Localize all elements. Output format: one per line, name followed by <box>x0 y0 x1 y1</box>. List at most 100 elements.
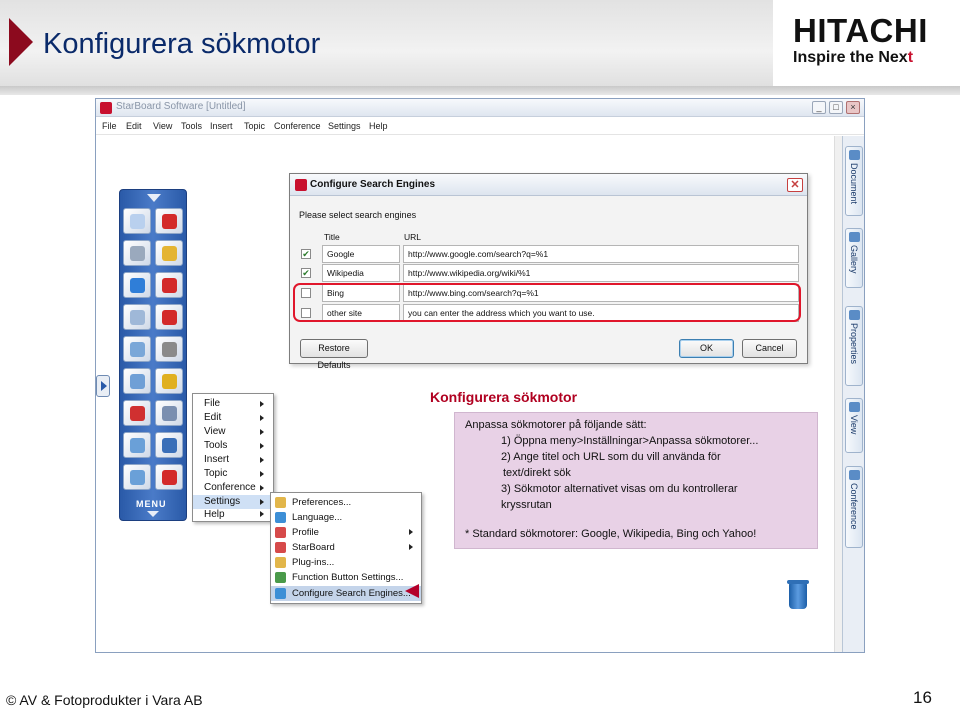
tool-line[interactable] <box>123 240 151 266</box>
tab-document[interactable]: Document <box>845 146 863 216</box>
tab-properties[interactable]: Properties <box>845 306 863 386</box>
menu-help[interactable]: Help <box>369 121 388 131</box>
toolbar-popup-menu: File Edit View Tools Insert Topic Confer… <box>192 393 274 522</box>
submenu-profile[interactable]: Profile <box>271 525 421 540</box>
properties-icon <box>849 310 860 320</box>
language-icon <box>275 512 286 523</box>
popup-item-tools[interactable]: Tools <box>193 439 273 453</box>
window-title: StarBoard Software [Untitled] <box>116 101 246 112</box>
tool-pages[interactable] <box>123 336 151 362</box>
engine-checkbox[interactable]: ✔ <box>301 268 311 278</box>
scroll-down-icon[interactable] <box>147 511 159 517</box>
shape-icon <box>162 246 177 261</box>
scroll-up-icon[interactable] <box>147 194 161 202</box>
submenu-configure-search-engines[interactable]: Configure Search Engines... <box>271 586 421 601</box>
dialog-close-button[interactable]: ✕ <box>787 178 803 192</box>
view-icon <box>849 402 860 412</box>
popup-item-view[interactable]: View <box>193 425 273 439</box>
dialog-title: Configure Search Engines <box>310 179 436 190</box>
submenu-arrow-icon <box>260 471 264 477</box>
chevron-right-icon <box>101 381 107 391</box>
submenu-starboard[interactable]: StarBoard <box>271 540 421 555</box>
callout-line: text/direkt sök <box>503 467 571 479</box>
callout-line: 1) Öppna meny>Inställningar>Anpassa sökm… <box>501 435 759 447</box>
column-header-url: URL <box>404 232 422 242</box>
menu-file[interactable]: File <box>102 121 117 131</box>
engine-url-field[interactable]: http://www.google.com/search?q=%1 <box>403 245 799 263</box>
hitachi-logo: HITACHI Inspire the Next <box>793 14 943 74</box>
popup-item-insert[interactable]: Insert <box>193 453 273 467</box>
engine-title-field[interactable]: Wikipedia <box>322 264 400 282</box>
tool-next[interactable] <box>155 336 183 362</box>
tool-screen[interactable] <box>123 368 151 394</box>
slide-title: Konfigurera sökmotor <box>43 28 321 60</box>
tool-settings[interactable] <box>155 368 183 394</box>
menu-conference[interactable]: Conference <box>274 121 321 131</box>
engine-row: ✔ Google http://www.google.com/search?q=… <box>290 245 807 263</box>
tool-back[interactable] <box>155 304 183 330</box>
minimize-button[interactable]: _ <box>812 101 826 114</box>
gallery-icon <box>849 232 860 242</box>
cancel-button[interactable]: Cancel <box>742 339 797 358</box>
toolbar-menu-label[interactable]: MENU <box>136 499 167 509</box>
ok-button[interactable]: OK <box>679 339 734 358</box>
submenu-language[interactable]: Language... <box>271 510 421 525</box>
tool-zoom-in[interactable] <box>123 432 151 458</box>
profile-icon <box>275 527 286 538</box>
tool-save[interactable] <box>155 432 183 458</box>
zoom-in-icon <box>130 438 145 453</box>
tool-edit[interactable] <box>155 400 183 426</box>
dialog-titlebar: Configure Search Engines ✕ <box>290 174 807 196</box>
tool-exit[interactable] <box>155 464 183 490</box>
engine-row: ✔ Wikipedia http://www.wikipedia.org/wik… <box>290 264 807 282</box>
side-tab-panel: Document Gallery Properties View Confere… <box>842 136 864 652</box>
cursor-icon <box>130 310 145 325</box>
menu-view[interactable]: View <box>153 121 172 131</box>
header-divider <box>0 86 960 95</box>
tool-shape[interactable] <box>155 240 183 266</box>
submenu-function-button-settings[interactable]: Function Button Settings... <box>271 570 421 585</box>
tool-undo[interactable] <box>123 272 151 298</box>
tool-redo[interactable] <box>155 272 183 298</box>
popup-item-conference[interactable]: Conference <box>193 481 273 495</box>
submenu-preferences[interactable]: Preferences... <box>271 495 421 510</box>
engine-checkbox[interactable]: ✔ <box>301 249 311 259</box>
tab-view[interactable]: View <box>845 398 863 453</box>
engine-title-field[interactable]: Google <box>322 245 400 263</box>
tool-select[interactable] <box>123 304 151 330</box>
popup-item-edit[interactable]: Edit <box>193 411 273 425</box>
menu-insert[interactable]: Insert <box>210 121 233 131</box>
callout-line: kryssrutan <box>501 499 552 511</box>
pages-icon <box>130 342 145 357</box>
menu-settings[interactable]: Settings <box>328 121 361 131</box>
submenu-arrow-icon <box>260 485 264 491</box>
popup-item-topic[interactable]: Topic <box>193 467 273 481</box>
submenu-arrow-icon <box>260 415 264 421</box>
tool-zoom-out[interactable] <box>123 464 151 490</box>
preferences-icon <box>275 497 286 508</box>
vertical-scrollbar[interactable] <box>834 136 842 652</box>
tab-conference[interactable]: Conference <box>845 466 863 548</box>
popup-item-settings[interactable]: Settings <box>193 495 273 509</box>
popup-item-help[interactable]: Help <box>193 509 273 520</box>
tab-gallery[interactable]: Gallery <box>845 228 863 288</box>
submenu-plugins[interactable]: Plug-ins... <box>271 555 421 570</box>
plugin-icon <box>275 557 286 568</box>
tool-pen[interactable] <box>155 208 183 234</box>
redo-icon <box>162 278 177 293</box>
maximize-button[interactable]: □ <box>829 101 843 114</box>
tool-camera[interactable] <box>123 400 151 426</box>
engine-url-field[interactable]: http://www.wikipedia.org/wiki/%1 <box>403 264 799 282</box>
tool-eraser[interactable] <box>123 208 151 234</box>
menu-edit[interactable]: Edit <box>126 121 142 131</box>
popup-item-file[interactable]: File <box>193 397 273 411</box>
close-window-button[interactable]: × <box>846 101 860 114</box>
callout-line: * Standard sökmotorer: Google, Wikipedia… <box>465 528 757 540</box>
restore-defaults-button[interactable]: Restore Defaults <box>300 339 368 370</box>
next-arrow-icon <box>162 342 177 357</box>
camera-icon <box>130 406 145 421</box>
expand-toolbar-button[interactable] <box>96 375 110 397</box>
menu-topic[interactable]: Topic <box>244 121 265 131</box>
menu-tools[interactable]: Tools <box>181 121 202 131</box>
trash-icon[interactable] <box>787 580 809 609</box>
